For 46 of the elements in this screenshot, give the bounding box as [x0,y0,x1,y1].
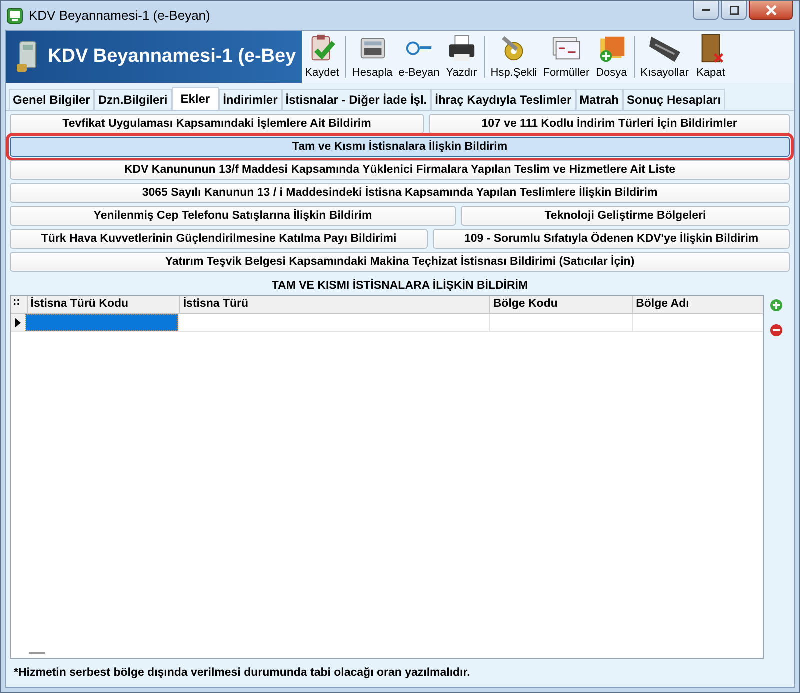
tab[interactable]: Matrah [576,89,623,110]
form-button[interactable]: Teknoloji Geliştirme Bölgeleri [460,206,790,226]
table-cell[interactable] [24,314,178,331]
toolbar-button[interactable]: Dosya [592,31,631,83]
form-button[interactable]: KDV Kanununun 13/f Maddesi Kapsamında Yüklenici Firmalara Yapılan Teslim ve Hizmetlere Ait Liste [10,160,790,180]
column-header[interactable]: Bölge Kodu [489,296,632,313]
form-button[interactable]: Yatırım Teşvik Belgesi Kapsamındaki Makina Teçhizat İstisnası Bildirimi (Satıcılar İçin) [10,252,790,272]
toolbar-button[interactable]: Formüller [540,31,593,83]
toolbar-button[interactable]: e-Beyan [396,31,443,83]
toolbar-button[interactable]: Kısayollar [638,31,692,83]
maximize-icon [730,6,738,14]
grid-corner: :: [12,296,22,310]
toolbar-button[interactable]: Hesapla [349,31,396,83]
column-header[interactable]: İstisna Türü [179,296,490,313]
minimize-icon [702,9,710,11]
close-icon [766,4,776,16]
add-icon[interactable] [770,299,783,312]
footnote: *Hizmetin serbest bölge dışında verilmesi durumunda tabi olacağı oran yazılmalıdır. [14,667,472,679]
remove-icon[interactable] [770,324,783,337]
column-header[interactable]: Bölge Adı [632,296,764,313]
form-button[interactable]: Tevfikat Uygulaması Kapsamındaki İşlemlere Ait Bildirim [10,114,424,134]
section-title: TAM VE KISMI İSTİSNALARA İLİŞKİN BİLDİRİM [270,280,530,292]
scroll-handle[interactable] [29,652,45,654]
header-title: KDV Beyannamesi-1 (e-Bey [48,46,296,68]
maximize-button[interactable] [721,1,747,20]
column-header[interactable]: İstisna Türü Kodu [26,296,180,313]
form-button[interactable]: 109 - Sorumlu Sıfatıyla Ödenen KDV'ye İlişkin Bildirim [433,229,790,249]
form-button[interactable]: 3065 Sayılı Kanunun 13 / i Maddesindeki İstisna Kapsamında Yapılan Teslimlere İlişkin Bildirim [10,183,790,203]
form-button[interactable]: Yenilenmiş Cep Telefonu Satışlarına İlişkin Bildirim [10,206,456,226]
window-title: KDV Beyannamesi-1 (e-Beyan) [29,8,210,23]
app-icon [7,8,23,24]
toolbar-button[interactable]: Kapat [692,31,730,83]
minimize-button[interactable] [693,1,719,20]
toolbar-button[interactable]: Hsp.Şekli [488,31,540,83]
tab[interactable]: İndirimler [219,89,282,110]
form-button[interactable]: 107 ve 111 Kodlu İndirim Türleri İçin Bildirimler [429,114,790,134]
tab[interactable]: Sonuç Hesapları [623,89,726,110]
tab[interactable]: İstisnalar - Diğer İade İşl. [282,89,432,110]
tab[interactable]: Genel Bilgiler [9,89,94,110]
form-button[interactable]: Türk Hava Kuvvetlerinin Güçlendirilmesine Katılma Payı Bildirimi [10,229,428,249]
tab[interactable]: İhraç Kaydıyla Teslimler [431,89,576,110]
tab[interactable]: Dzn.Bilgileri [94,89,172,110]
tab[interactable]: Ekler [172,87,220,110]
toolbar-button[interactable]: Kaydet [302,31,342,83]
close-button[interactable] [749,1,793,20]
toolbar-button[interactable]: Yazdır [442,31,481,83]
